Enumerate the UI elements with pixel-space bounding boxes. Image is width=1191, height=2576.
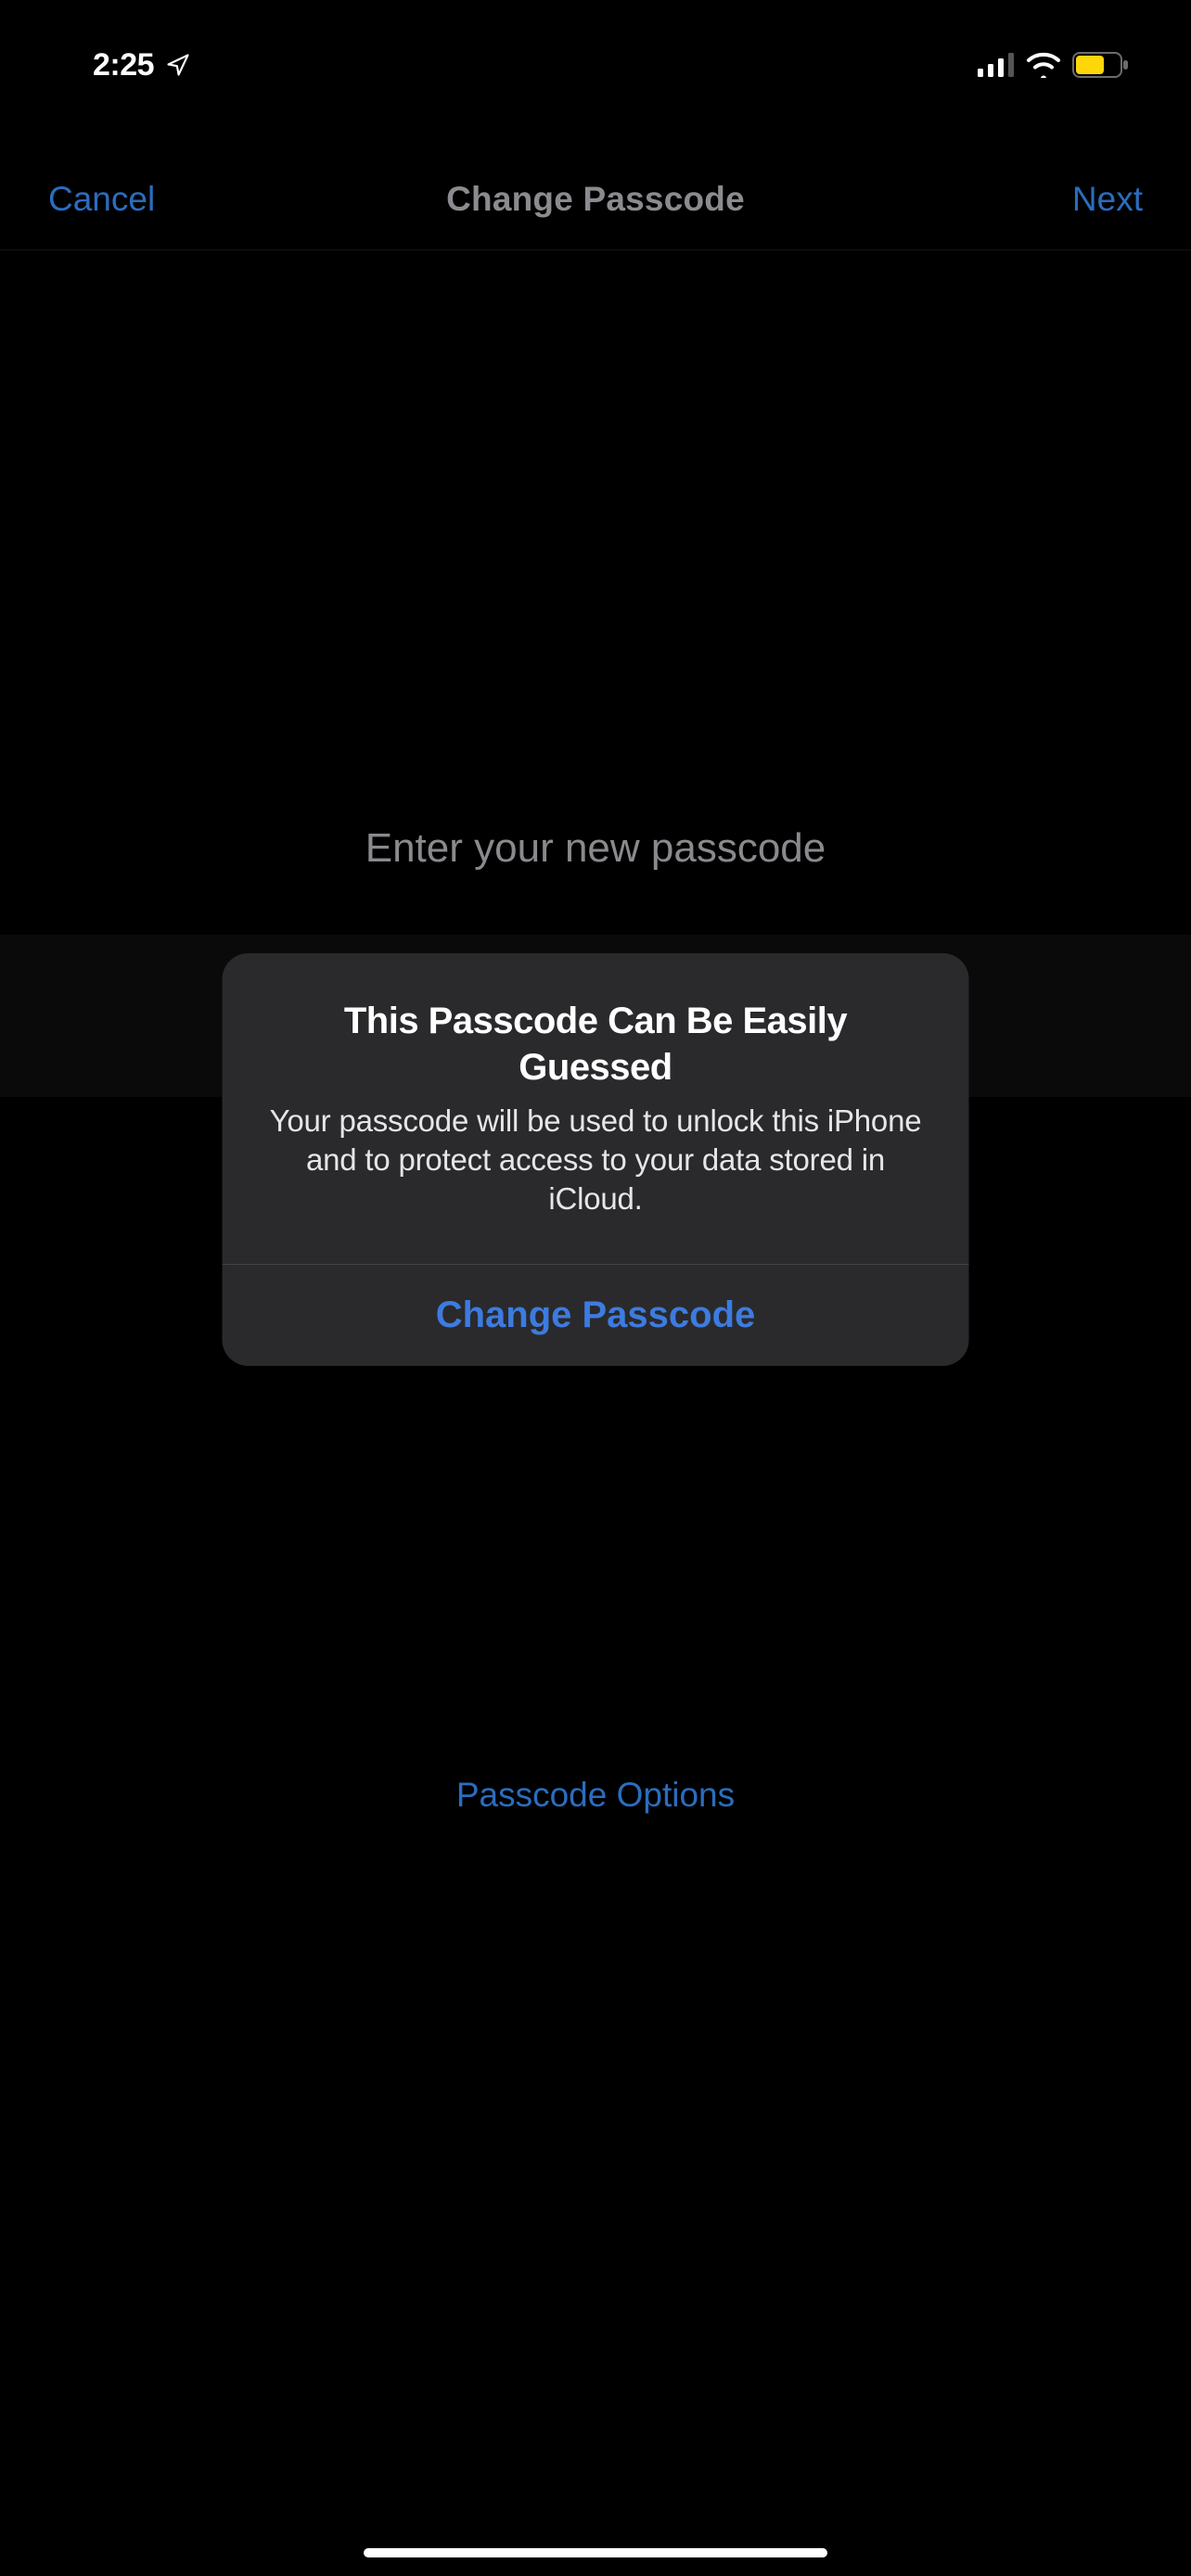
- alert-message: Your passcode will be used to unlock thi…: [265, 1102, 927, 1219]
- alert-title: This Passcode Can Be Easily Guessed: [265, 998, 927, 1090]
- change-passcode-button[interactable]: Change Passcode: [223, 1265, 969, 1366]
- home-indicator[interactable]: [364, 2548, 827, 2557]
- alert-body: This Passcode Can Be Easily Guessed Your…: [223, 953, 969, 1264]
- weak-passcode-alert: This Passcode Can Be Easily Guessed Your…: [223, 953, 969, 1366]
